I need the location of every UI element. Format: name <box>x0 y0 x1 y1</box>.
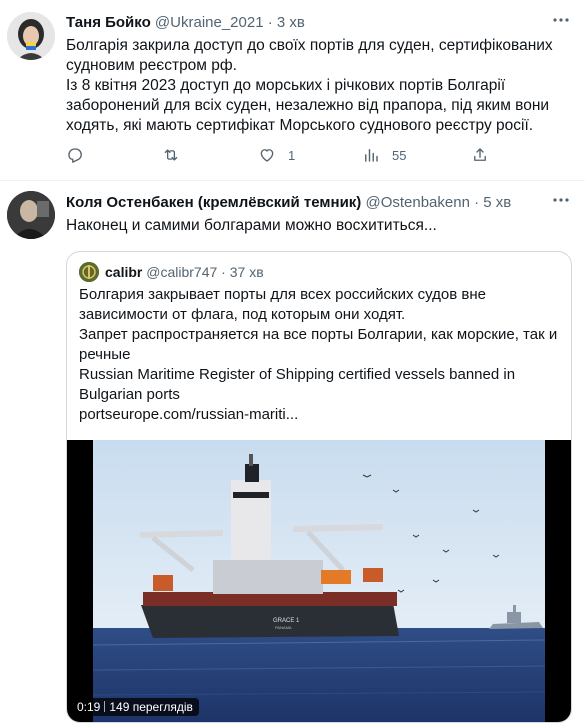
video-player[interactable]: GRACE 1 PANAMA 0:19 149 переглядів <box>67 440 571 722</box>
quoted-tweet[interactable]: calibr @calibr747 · 37 хв Болгария закры… <box>66 251 572 723</box>
more-icon[interactable] <box>551 10 571 35</box>
tweet-header: Коля Остенбакен (кремлёвский темник) @Os… <box>66 193 511 213</box>
tweet[interactable]: Коля Остенбакен (кремлёвский темник) @Os… <box>0 181 585 726</box>
author-handle[interactable]: @Ostenbakenn <box>365 194 469 211</box>
avatar[interactable] <box>7 12 55 60</box>
separator-dot: · <box>221 264 226 280</box>
timestamp[interactable]: 3 хв <box>277 14 305 31</box>
avatar[interactable] <box>79 262 99 282</box>
timestamp[interactable]: 37 хв <box>230 263 264 281</box>
link[interactable]: portseurope.com/russian-mariti... <box>79 405 559 425</box>
ship-name: GRACE 1 <box>273 618 300 624</box>
quoted-tweet-header: calibr @calibr747 · 37 хв <box>79 262 264 282</box>
tweet[interactable]: Таня Бойко @Ukraine_2021 · 3 хв Болгарія… <box>0 0 585 181</box>
separator-dot: · <box>474 194 480 211</box>
avatar[interactable] <box>7 191 55 239</box>
reply-button[interactable] <box>66 146 84 164</box>
views-icon <box>365 149 378 162</box>
tweet-text: Болгарія закрила доступ до своїх портів … <box>66 36 566 136</box>
divider <box>104 701 106 712</box>
quoted-tweet-text: Болгария закрывает порты для всех россий… <box>79 285 559 425</box>
view-count: 55 <box>392 147 407 163</box>
tweet-paragraph: Із 8 квітня 2023 доступ до морських і рі… <box>66 77 550 134</box>
retweet-icon <box>164 149 178 161</box>
like-icon <box>260 149 274 162</box>
tweet-text: Наконец и самими болгарами можно восхити… <box>66 217 437 234</box>
timestamp[interactable]: 5 хв <box>483 194 511 211</box>
video-view-count: 149 переглядів <box>109 700 193 714</box>
like-count: 1 <box>288 147 296 163</box>
retweet-button[interactable] <box>162 146 180 164</box>
author-name[interactable]: calibr <box>105 263 142 281</box>
share-button[interactable] <box>471 146 489 164</box>
video-duration: 0:19 <box>77 700 101 714</box>
tweet-paragraph: Болгарія закрила доступ до своїх портів … <box>66 37 553 74</box>
video-info-badge: 0:19 149 переглядів <box>71 698 199 716</box>
author-handle[interactable]: @calibr747 <box>146 263 217 281</box>
action-bar: 1 55 <box>66 146 506 168</box>
views-button[interactable]: 55 <box>362 146 406 164</box>
tweet-header: Таня Бойко @Ukraine_2021 · 3 хв <box>66 13 305 33</box>
video-thumbnail: GRACE 1 PANAMA <box>93 440 545 722</box>
tweet-paragraph: Запрет распространяется на все порты Бол… <box>79 326 558 363</box>
author-name[interactable]: Таня Бойко <box>66 14 151 31</box>
like-button[interactable]: 1 <box>258 146 295 164</box>
author-name[interactable]: Коля Остенбакен (кремлёвский темник) <box>66 194 361 211</box>
separator-dot: · <box>267 14 273 31</box>
share-icon <box>474 148 486 161</box>
reply-icon <box>68 148 82 163</box>
more-icon[interactable] <box>551 190 571 215</box>
ship-port: PANAMA <box>275 625 292 630</box>
tweet-paragraph: Russian Maritime Register of Shipping ce… <box>79 366 516 403</box>
tweet-paragraph: Болгария закрывает порты для всех россий… <box>79 286 486 323</box>
author-handle[interactable]: @Ukraine_2021 <box>155 14 264 31</box>
